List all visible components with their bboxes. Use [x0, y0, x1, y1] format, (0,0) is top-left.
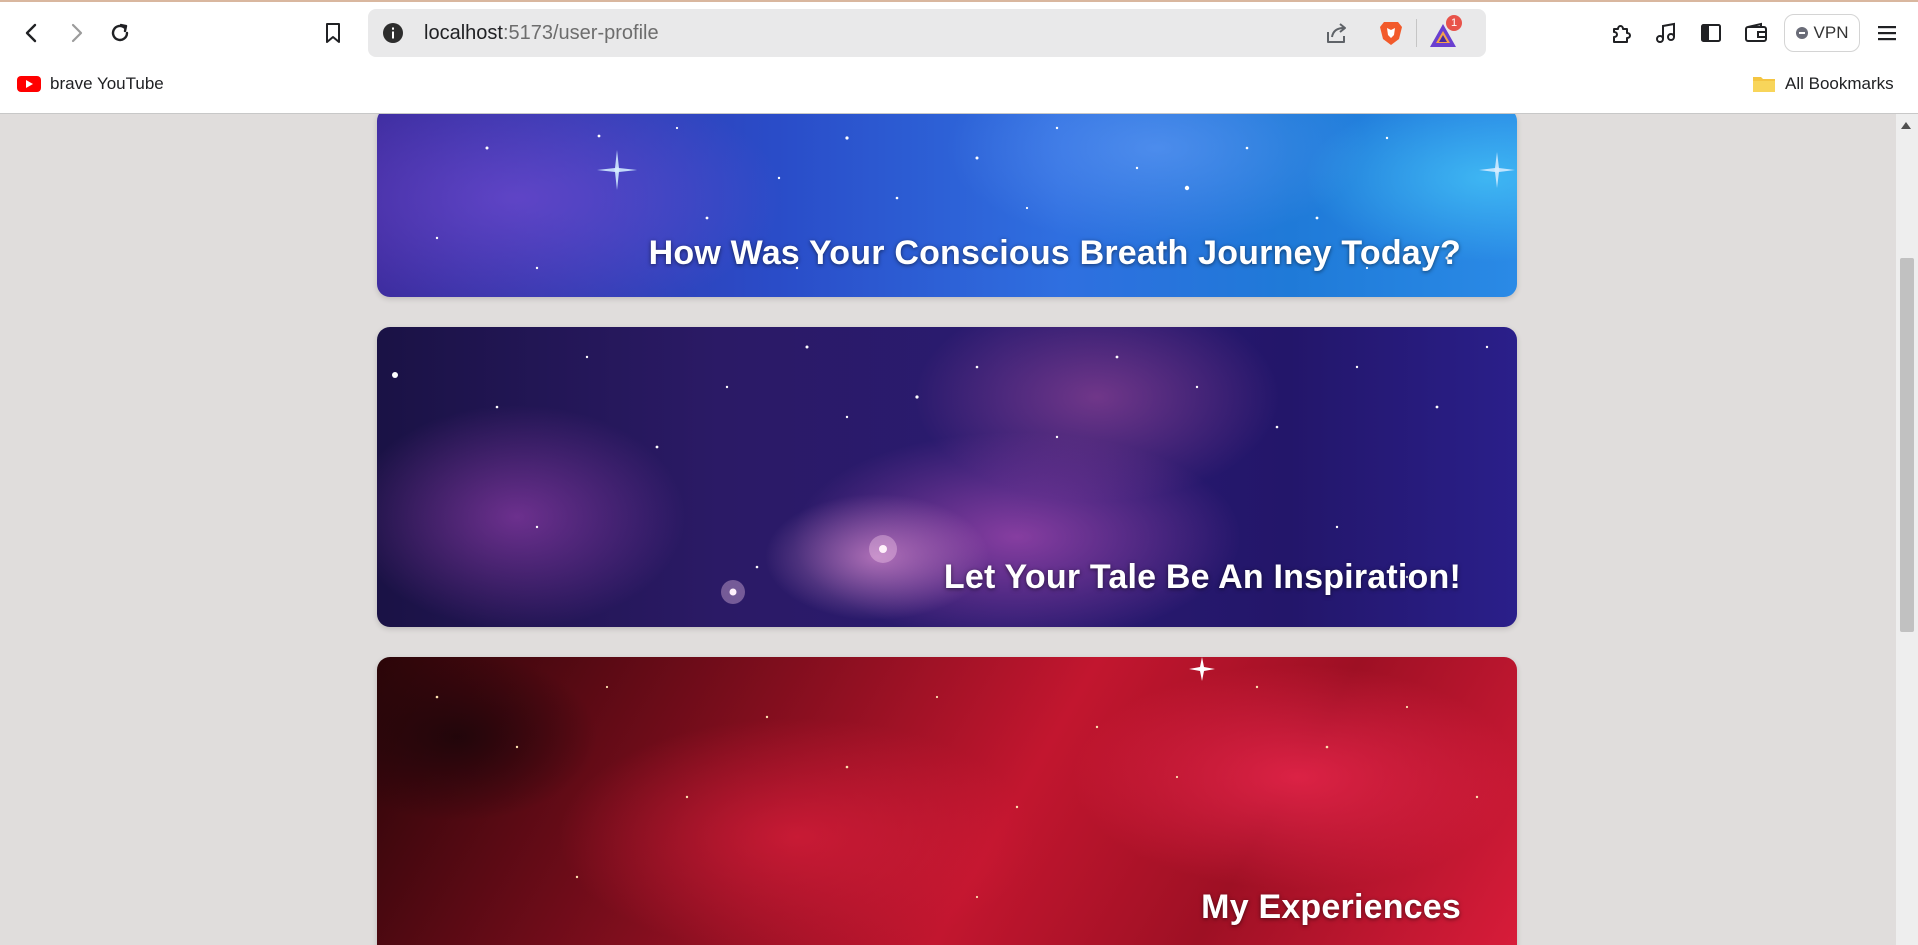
youtube-icon: [17, 76, 41, 92]
my-experiences-banner[interactable]: My Experiences: [377, 657, 1517, 945]
scroll-thumb[interactable]: [1900, 258, 1914, 632]
address-bar[interactable]: localhost:5173/user-profile 1: [368, 9, 1486, 57]
sidebar-button[interactable]: [1693, 15, 1729, 51]
vpn-status-icon: [1795, 27, 1808, 39]
share-icon: [1327, 23, 1346, 43]
page-scrollbar[interactable]: [1896, 114, 1918, 945]
folder-icon: [1753, 77, 1775, 92]
vpn-button[interactable]: VPN: [1784, 14, 1860, 52]
inspiration-tale-caption: Let Your Tale Be An Inspiration!: [943, 558, 1461, 596]
extensions-icon: [1613, 25, 1631, 43]
brave-shields-button[interactable]: [1378, 19, 1404, 52]
forward-button[interactable]: [58, 15, 94, 51]
my-experiences-caption: My Experiences: [1201, 888, 1461, 926]
site-info-button[interactable]: [382, 22, 404, 49]
bookmark-label: brave YouTube: [50, 74, 164, 93]
all-bookmarks-button[interactable]: All Bookmarks: [1752, 74, 1894, 94]
media-icon: [1656, 22, 1675, 43]
vpn-label: VPN: [1813, 23, 1849, 42]
info-icon: [383, 23, 403, 43]
media-button[interactable]: [1648, 15, 1684, 51]
wallet-icon: [1745, 22, 1767, 42]
sidebar-icon: [1701, 24, 1721, 42]
breath-journey-caption: How Was Your Conscious Breath Journey To…: [648, 234, 1461, 272]
wallet-button[interactable]: [1738, 15, 1774, 51]
extensions-button[interactable]: [1604, 15, 1640, 51]
breath-journey-banner[interactable]: How Was Your Conscious Breath Journey To…: [377, 114, 1517, 297]
brave-shield-icon: [1380, 22, 1402, 45]
reload-button[interactable]: [102, 15, 138, 51]
notification-badge: 1: [1446, 15, 1462, 31]
browser-chrome: localhost:5173/user-profile 1 VPN brave …: [0, 0, 1918, 114]
bookmark-item-youtube[interactable]: brave YouTube: [16, 74, 164, 94]
bookmarks-bar: brave YouTube All Bookmarks: [0, 70, 1918, 102]
all-bookmarks-label: All Bookmarks: [1785, 74, 1894, 93]
back-button[interactable]: [14, 15, 50, 51]
inspiration-tale-banner[interactable]: Let Your Tale Be An Inspiration!: [377, 327, 1517, 627]
brave-rewards-button[interactable]: 1: [1428, 15, 1462, 49]
menu-icon: [1878, 26, 1896, 41]
forward-icon: [71, 23, 83, 43]
back-icon: [25, 23, 37, 43]
url-host: localhost: [424, 22, 503, 44]
url-path: :5173/user-profile: [502, 22, 659, 44]
bookmark-page-button[interactable]: [315, 15, 351, 51]
url-divider: [1416, 19, 1417, 47]
bookmark-icon: [326, 23, 340, 43]
main-menu-button[interactable]: [1869, 15, 1905, 51]
reload-icon: [111, 23, 129, 42]
share-button[interactable]: [1324, 20, 1350, 51]
scroll-up-arrow-icon[interactable]: [1901, 122, 1911, 129]
page-viewport: How Was Your Conscious Breath Journey To…: [0, 114, 1896, 945]
url-text[interactable]: localhost:5173/user-profile: [424, 22, 659, 45]
